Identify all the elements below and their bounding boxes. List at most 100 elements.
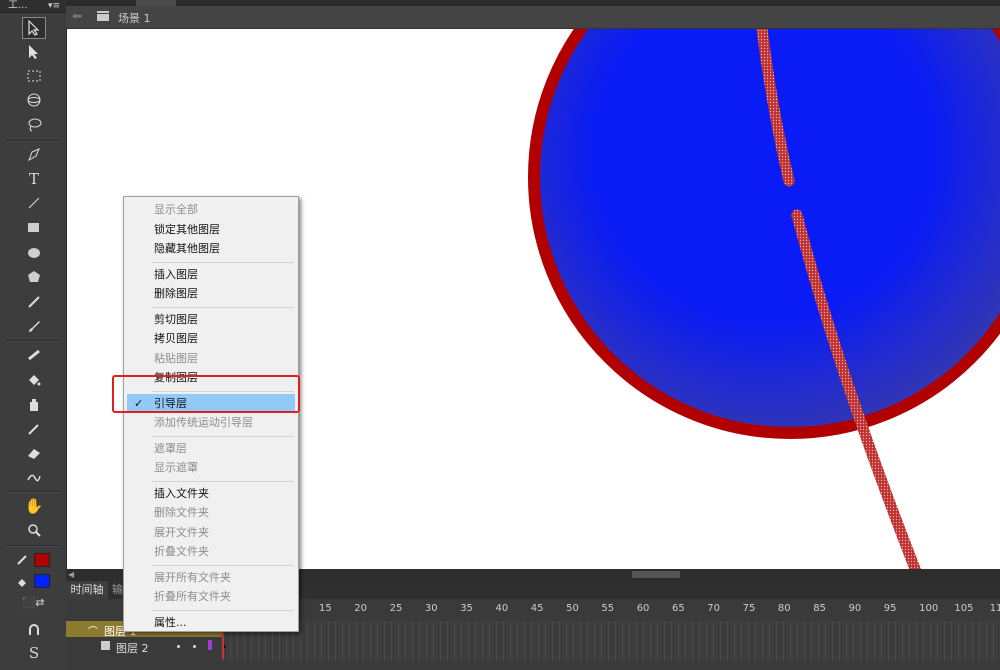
panel-menu-icon[interactable]: ▾≡ bbox=[48, 0, 60, 12]
eyedropper-tool-icon[interactable] bbox=[22, 418, 46, 440]
menu-item-label: 插入图层 bbox=[154, 267, 198, 281]
menu-item-label: 插入文件夹 bbox=[154, 486, 209, 500]
ruler-tick-label: 55 bbox=[601, 603, 615, 614]
ruler-tick-label: 70 bbox=[707, 603, 721, 614]
tab-timeline[interactable]: 时间轴 bbox=[66, 581, 108, 599]
menu-separator bbox=[152, 435, 294, 437]
menu-item[interactable]: 展开所有文件夹 bbox=[124, 568, 298, 587]
line-tool-icon[interactable] bbox=[22, 192, 46, 214]
menu-item-label: 剪切图层 bbox=[154, 312, 198, 326]
stroke-color-icon bbox=[14, 549, 30, 571]
menu-item[interactable]: 显示全部 bbox=[124, 200, 298, 219]
menu-item[interactable]: 插入图层 bbox=[124, 265, 298, 284]
menu-item[interactable]: 删除文件夹 bbox=[124, 503, 298, 522]
toolbar-divider bbox=[6, 140, 60, 142]
ruler-tick-label: 110 bbox=[989, 603, 1000, 614]
ruler-tick-label: 50 bbox=[566, 603, 579, 614]
pen-tool-icon[interactable] bbox=[22, 144, 46, 166]
ruler-tick-label: 35 bbox=[460, 603, 473, 614]
scene-label[interactable]: 场景 1 bbox=[118, 10, 151, 26]
ruler-tick-label: 75 bbox=[742, 603, 756, 614]
menu-item[interactable]: 锁定其他图层 bbox=[124, 220, 298, 239]
ruler-tick-label: 25 bbox=[389, 603, 403, 614]
layer-color-swatch[interactable] bbox=[208, 640, 212, 650]
scrollbar-thumb[interactable] bbox=[632, 571, 680, 578]
ruler-tick-label: 95 bbox=[883, 603, 897, 614]
menu-item-label: 折叠文件夹 bbox=[154, 545, 209, 558]
menu-item[interactable]: 折叠文件夹 bbox=[124, 542, 298, 561]
bone-tool-icon[interactable] bbox=[22, 344, 46, 366]
pencil-tool-icon[interactable] bbox=[22, 291, 46, 313]
snap-to-objects-icon[interactable] bbox=[22, 619, 46, 641]
smooth-icon[interactable]: S bbox=[22, 642, 46, 664]
selection-tool-icon[interactable] bbox=[22, 17, 46, 39]
tools-panel: 工... ▾≡ T ✋ ⬛⇄ S bbox=[0, 0, 67, 670]
menu-separator bbox=[152, 306, 294, 308]
menu-item[interactable]: 删除图层 bbox=[124, 284, 298, 303]
hand-tool-icon[interactable]: ✋ bbox=[22, 495, 46, 517]
menu-item[interactable]: 折叠所有文件夹 bbox=[124, 587, 298, 606]
menu-item[interactable]: 粘贴图层 bbox=[124, 349, 298, 368]
lock-dot[interactable] bbox=[193, 645, 196, 648]
toolbar-divider bbox=[6, 491, 60, 493]
menu-item[interactable]: 显示遮罩 bbox=[124, 458, 298, 477]
toolbar-divider bbox=[6, 340, 60, 342]
guide-layer-icon: ⌒ bbox=[88, 627, 98, 638]
subselection-tool-icon[interactable] bbox=[22, 41, 46, 63]
tab-output[interactable]: 输 bbox=[112, 581, 123, 599]
ruler-tick-label: 40 bbox=[495, 603, 509, 614]
menu-item-label: 展开文件夹 bbox=[154, 525, 209, 539]
menu-item[interactable]: 属性... bbox=[124, 613, 298, 632]
layer-context-menu: 显示全部 锁定其他图层 隐藏其他图层 插入图层 删除图层 剪切图层 拷贝图层 粘贴图层 复制图层… bbox=[123, 196, 299, 632]
ruler-tick-label: 85 bbox=[813, 603, 826, 614]
ruler-tick-label: 100 bbox=[919, 603, 939, 614]
free-transform-tool-icon[interactable] bbox=[22, 65, 46, 87]
ink-bottle-tool-icon[interactable] bbox=[22, 394, 46, 416]
zoom-tool-icon[interactable] bbox=[22, 519, 46, 541]
layer-icon bbox=[101, 641, 110, 650]
menu-item[interactable]: 拷贝图层 bbox=[124, 329, 298, 348]
tools-panel-title: 工... bbox=[8, 0, 28, 11]
ruler-tick-label: 80 bbox=[777, 603, 791, 614]
ruler-tick-label: 20 bbox=[354, 603, 368, 614]
polystar-tool-icon[interactable] bbox=[22, 266, 46, 288]
eye-visibility-dot[interactable] bbox=[177, 645, 180, 648]
menu-item[interactable]: 隐藏其他图层 bbox=[124, 239, 298, 258]
back-arrow-icon[interactable]: ⬅ bbox=[72, 9, 82, 23]
lasso-tool-icon[interactable] bbox=[22, 114, 46, 136]
menu-item-label: 删除图层 bbox=[154, 287, 198, 300]
menu-item-label: 添加传统运动引导层 bbox=[154, 416, 253, 429]
menu-item[interactable]: 展开文件夹 bbox=[124, 523, 298, 542]
menu-item[interactable]: 剪切图层 bbox=[124, 310, 298, 329]
width-tool-icon[interactable] bbox=[22, 466, 46, 488]
layer-name[interactable]: 图层 2 bbox=[116, 640, 149, 656]
menu-item-label: 粘贴图层 bbox=[154, 351, 198, 365]
fill-color-swatch[interactable] bbox=[34, 574, 50, 588]
layer-row-2[interactable]: 图层 2 bbox=[66, 637, 1000, 655]
paint-bucket-tool-icon[interactable] bbox=[22, 369, 46, 391]
swap-colors-icon[interactable]: ⬛⇄ bbox=[18, 591, 48, 613]
oval-tool-icon[interactable] bbox=[22, 242, 46, 264]
menu-item-label: 显示遮罩 bbox=[154, 461, 198, 474]
rectangle-tool-icon[interactable] bbox=[22, 217, 46, 239]
toolbar-divider bbox=[6, 545, 60, 547]
menu-separator bbox=[152, 609, 294, 611]
frame-ruler[interactable]: 15 20 25 30 35 40 45 50 55 60 65 70 75 80 85 90 95 100 105… bbox=[223, 601, 1000, 619]
menu-item-label: 展开所有文件夹 bbox=[154, 570, 231, 584]
ruler-tick-label: 45 bbox=[530, 603, 544, 614]
3d-rotation-tool-icon[interactable] bbox=[22, 89, 46, 111]
text-tool-icon[interactable]: T bbox=[22, 168, 46, 190]
menu-separator bbox=[152, 261, 294, 263]
menu-item[interactable]: 添加传统运动引导层 bbox=[124, 413, 298, 432]
menu-item-label: 显示全部 bbox=[154, 203, 198, 216]
eraser-tool-icon[interactable] bbox=[22, 442, 46, 464]
stroke-color-swatch[interactable] bbox=[34, 553, 50, 567]
scene-clapperboard-icon bbox=[96, 10, 110, 22]
annotation-highlight-box bbox=[112, 375, 300, 413]
scroll-left-icon[interactable]: ◀ bbox=[68, 570, 74, 579]
menu-item[interactable]: 遮罩层 bbox=[124, 439, 298, 458]
menu-item[interactable]: 插入文件夹 bbox=[124, 484, 298, 503]
tools-panel-header: 工... ▾≡ bbox=[0, 0, 66, 13]
menu-item-label: 拷贝图层 bbox=[154, 332, 198, 345]
brush-tool-icon[interactable] bbox=[22, 315, 46, 337]
